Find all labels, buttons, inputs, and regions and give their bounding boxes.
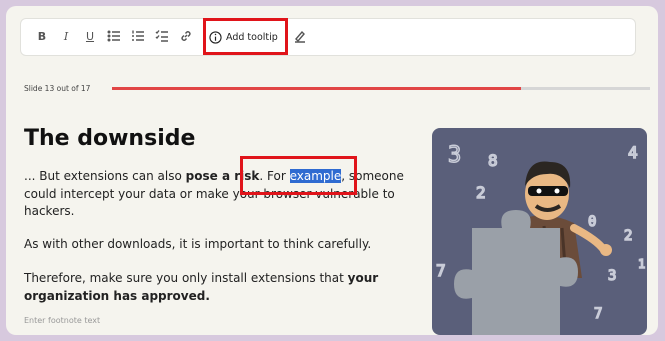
highlighter-icon[interactable] xyxy=(291,27,309,45)
digit-glyph: 4 xyxy=(628,143,638,162)
annotation-box-tooltip xyxy=(203,18,288,55)
slide-progress-bar xyxy=(112,87,650,90)
digit-glyph: 8 xyxy=(488,151,498,170)
slide-title[interactable]: The downside xyxy=(24,126,195,151)
slide-progress-fill xyxy=(112,87,521,90)
para1-text-start: ... But extensions can also xyxy=(24,169,186,183)
editor-frame: B I U Add tooltip Slide 13 out of 17 The… xyxy=(6,6,658,335)
footnote-input[interactable]: Enter footnote text xyxy=(24,316,100,325)
link-icon[interactable] xyxy=(177,27,195,45)
digit-glyph: 1 xyxy=(638,257,645,271)
digit-glyph: 2 xyxy=(624,228,632,244)
para3-text: Therefore, make sure you only install ex… xyxy=(24,271,348,285)
digit-glyph: 7 xyxy=(594,306,602,322)
numbered-list-icon[interactable] xyxy=(129,27,147,45)
annotation-box-selection xyxy=(240,156,357,195)
bold-icon[interactable]: B xyxy=(33,27,51,45)
digit-glyph: 0 xyxy=(588,214,596,230)
digit-glyph: 2 xyxy=(476,183,486,202)
digit-glyph: 3 xyxy=(608,268,616,284)
paragraph-3[interactable]: Therefore, make sure you only install ex… xyxy=(24,270,404,305)
digit-glyph: 7 xyxy=(436,261,446,280)
formatting-toolbar: B I U Add tooltip xyxy=(20,18,636,56)
italic-icon[interactable]: I xyxy=(57,27,75,45)
hacker-puzzle-illustration: 3 8 4 2 7 0 2 3 7 1 xyxy=(435,142,646,335)
checklist-icon[interactable] xyxy=(153,27,171,45)
underline-icon[interactable]: U xyxy=(81,27,99,45)
digit-glyph: 3 xyxy=(448,143,461,168)
slide-counter: Slide 13 out of 17 xyxy=(24,84,91,93)
paragraph-2[interactable]: As with other downloads, it is important… xyxy=(24,236,404,254)
bullet-list-icon[interactable] xyxy=(105,27,123,45)
slide-illustration[interactable]: 3 8 4 2 7 0 2 3 7 1 xyxy=(432,128,647,335)
